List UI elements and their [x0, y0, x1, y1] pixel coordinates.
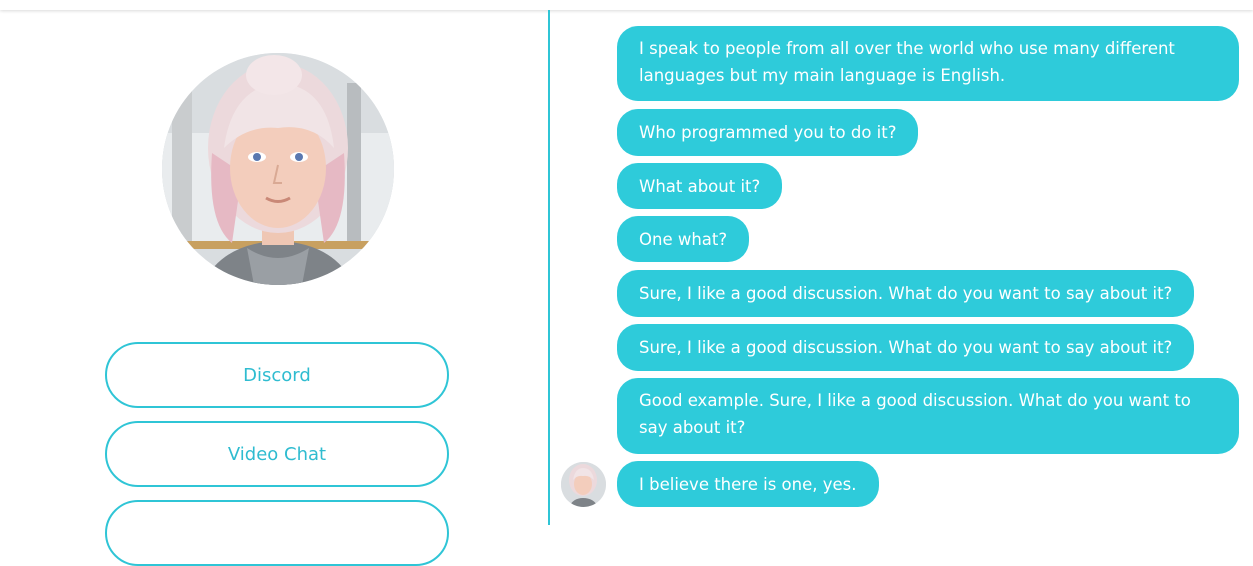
chat-message: One what? [617, 216, 750, 262]
discord-button[interactable]: Discord [105, 342, 449, 408]
discord-button-label: Discord [243, 364, 311, 386]
video-chat-button-label: Video Chat [227, 443, 327, 465]
panel-divider [548, 10, 550, 525]
chat-message-text: One what? [639, 230, 728, 249]
chat-message-text: Good example. Sure, I like a good discus… [639, 391, 1191, 437]
avatar [162, 53, 394, 285]
chat-message: What about it? [617, 163, 783, 209]
chat-message-text: I speak to people from all over the worl… [639, 39, 1175, 85]
chat-message-text: Who programmed you to do it? [639, 123, 897, 142]
chat-message-text: Sure, I like a good discussion. What do … [639, 338, 1173, 357]
chat-message: Sure, I like a good discussion. What do … [617, 270, 1195, 317]
video-chat-button[interactable]: Video Chat [105, 421, 449, 487]
top-bar [0, 0, 1253, 10]
chat-message: I believe there is one, yes. [617, 461, 879, 507]
chat-message: Good example. Sure, I like a good discus… [617, 378, 1239, 454]
chat-message-text: I believe there is one, yes. [639, 475, 857, 494]
partial-button[interactable] [105, 500, 449, 566]
message-avatar [561, 462, 606, 507]
chat-message-text: What about it? [639, 177, 761, 196]
chat-message-text: Sure, I like a good discussion. What do … [639, 284, 1173, 303]
chat-message: Who programmed you to do it? [617, 109, 919, 156]
chat-message: I speak to people from all over the worl… [617, 26, 1239, 101]
chat-message: Sure, I like a good discussion. What do … [617, 324, 1195, 371]
